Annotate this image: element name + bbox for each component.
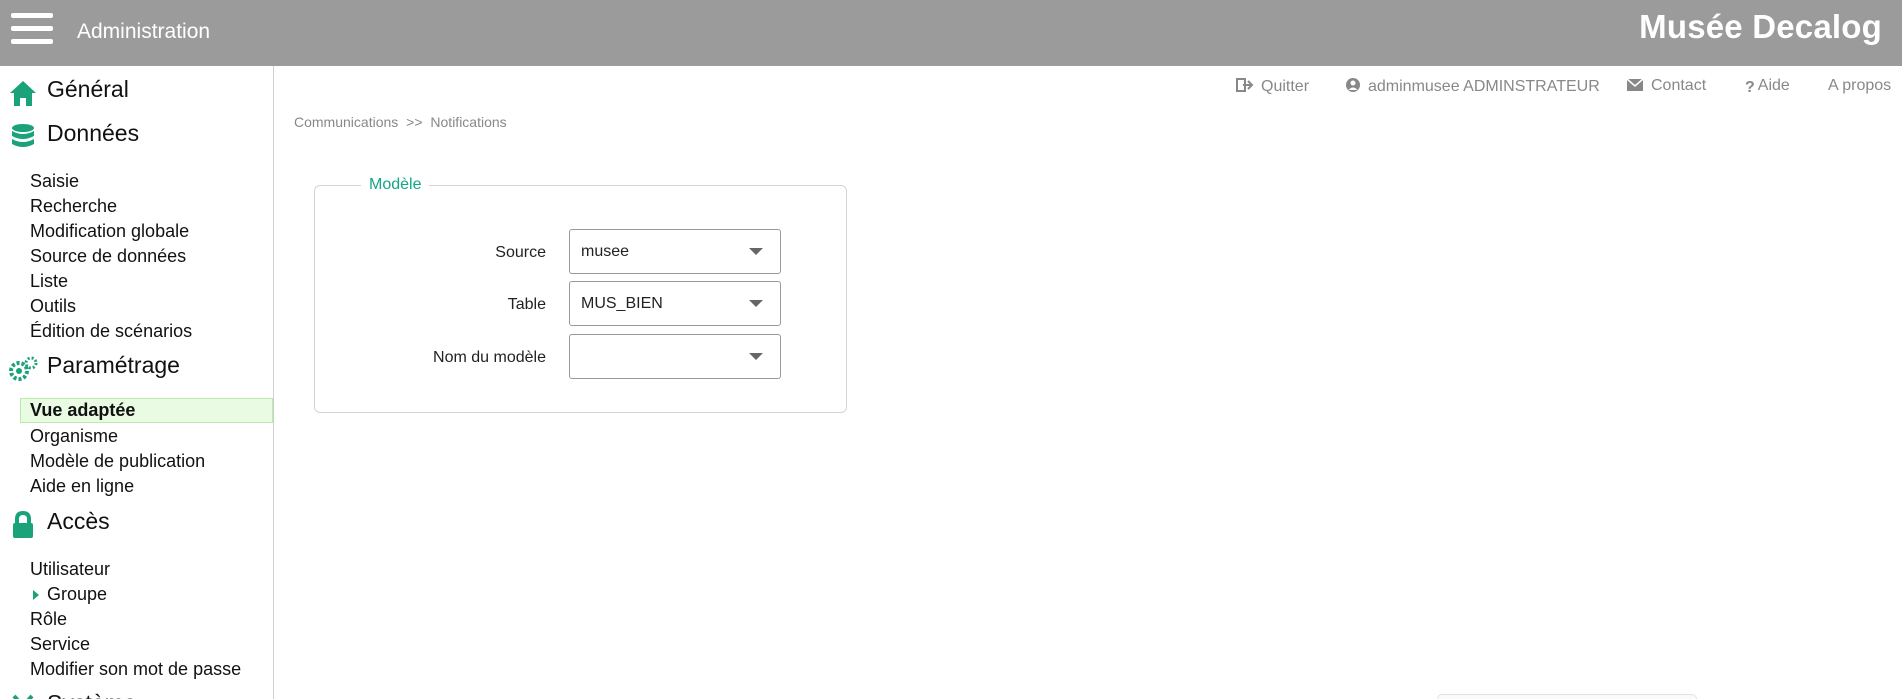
model-name-label: Nom du modèle: [433, 349, 546, 366]
top-bar: Administration Musée Decalog: [0, 0, 1902, 66]
sidebar-item-aide-en-ligne[interactable]: Aide en ligne: [30, 475, 134, 497]
sidebar-section-label: Système: [47, 690, 136, 699]
brand-logo-text: Musée Decalog: [1639, 8, 1882, 45]
sidebar-item-vue-adaptee[interactable]: Vue adaptée: [20, 398, 273, 423]
quit-label: Quitter: [1261, 78, 1310, 95]
sidebar-item-liste[interactable]: Liste: [30, 270, 68, 292]
sidebar-item-recherche[interactable]: Recherche: [30, 195, 117, 217]
user-label: adminmusee ADMINSTRATEUR: [1368, 78, 1600, 95]
user-link[interactable]: adminmusee ADMINSTRATEUR: [1345, 77, 1600, 96]
sidebar-item-modification-globale[interactable]: Modification globale: [30, 220, 189, 242]
contact-link[interactable]: Contact: [1626, 77, 1706, 95]
source-label: Source: [495, 244, 546, 261]
table-select[interactable]: MUS_BIEN: [569, 281, 781, 326]
about-link[interactable]: A propos: [1828, 77, 1891, 95]
database-icon: [12, 124, 34, 147]
fieldset-legend: Modèle: [361, 176, 430, 194]
sidebar-section-label: Données: [47, 120, 140, 146]
chevron-down-icon: [749, 300, 763, 307]
model-fieldset: Modèle Source musee Table MUS_BIEN Nom d…: [314, 176, 847, 413]
model-name-select[interactable]: [569, 334, 781, 379]
question-icon: ?: [1745, 79, 1755, 96]
sign-out-icon: [1236, 78, 1254, 92]
sidebar-item-outils[interactable]: Outils: [30, 295, 76, 317]
tools-icon: [12, 694, 34, 699]
sidebar-item-groupe[interactable]: Groupe: [47, 583, 107, 605]
sidebar-section-acces[interactable]: Accès: [0, 504, 273, 540]
sidebar-section-general[interactable]: Général: [0, 72, 273, 108]
help-label: Aide: [1757, 77, 1790, 94]
sidebar-item-saisie[interactable]: Saisie: [30, 170, 79, 192]
source-select-value: musee: [581, 243, 630, 260]
sidebar-item-organisme[interactable]: Organisme: [30, 425, 118, 447]
sidebar: Général Données Saisie Recherche Modific…: [0, 66, 274, 699]
sidebar-section-label: Paramétrage: [47, 352, 180, 378]
table-label: Table: [507, 296, 546, 313]
sidebar-item-utilisateur[interactable]: Utilisateur: [30, 558, 110, 580]
sidebar-section-label: Général: [47, 76, 129, 102]
home-icon: [10, 81, 36, 106]
chevron-down-icon: [749, 353, 763, 360]
sidebar-item-role[interactable]: Rôle: [30, 608, 67, 630]
user-circle-icon: [1346, 78, 1360, 92]
contact-label: Contact: [1651, 77, 1707, 94]
chevron-right-icon[interactable]: [33, 590, 39, 600]
quit-link[interactable]: Quitter: [1236, 77, 1309, 96]
bottom-partial-panel: [1437, 694, 1697, 699]
sidebar-section-donnees[interactable]: Données: [0, 116, 273, 152]
envelope-icon: [1626, 78, 1644, 91]
table-select-value: MUS_BIEN: [581, 295, 663, 312]
sidebar-section-label: Accès: [47, 508, 110, 534]
lock-icon: [13, 510, 33, 538]
sidebar-item-modele-publication[interactable]: Modèle de publication: [30, 450, 205, 472]
sidebar-item-edition-scenarios[interactable]: Édition de scénarios: [30, 320, 192, 342]
app-title: Administration: [77, 20, 211, 43]
breadcrumb-parent[interactable]: Communications: [294, 114, 398, 130]
sidebar-item-modifier-mot-de-passe[interactable]: Modifier son mot de passe: [30, 658, 241, 680]
hamburger-menu-icon[interactable]: [11, 13, 53, 45]
breadcrumb-current: Notifications: [430, 114, 507, 130]
gears-icon: [9, 356, 38, 381]
sidebar-section-parametrage[interactable]: Paramétrage: [0, 348, 273, 384]
about-label: A propos: [1828, 77, 1892, 94]
breadcrumb-separator: >>: [406, 114, 423, 130]
sidebar-item-source-de-donnees[interactable]: Source de données: [30, 245, 186, 267]
sidebar-section-systeme[interactable]: Système: [0, 686, 273, 699]
chevron-down-icon: [749, 248, 763, 255]
help-link[interactable]: ? Aide: [1745, 77, 1790, 97]
source-select[interactable]: musee: [569, 229, 781, 274]
breadcrumb: Communications >> Notifications: [294, 114, 511, 130]
sidebar-item-service[interactable]: Service: [30, 633, 90, 655]
